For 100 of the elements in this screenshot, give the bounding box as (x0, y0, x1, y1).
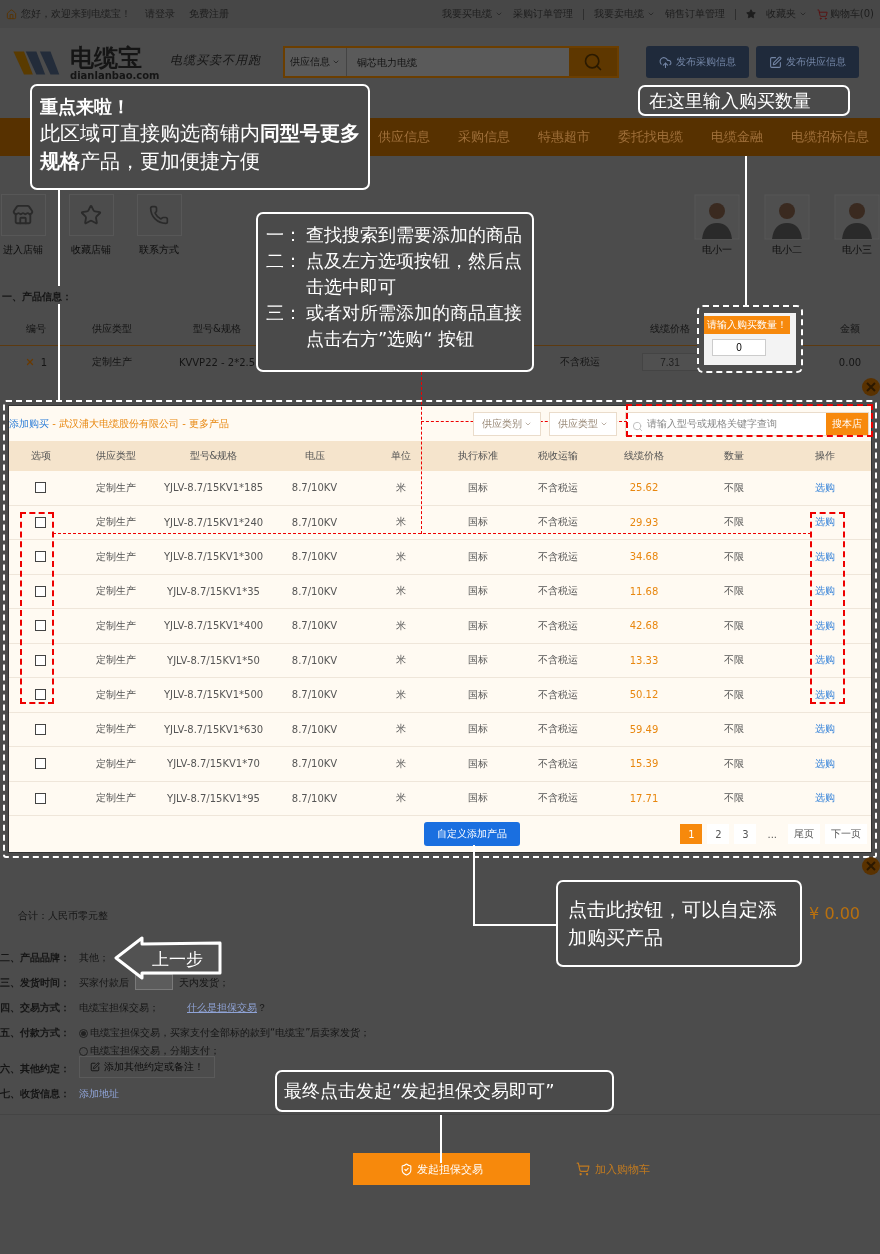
column-header: 执行标准 (456, 449, 499, 463)
checkbox[interactable] (35, 516, 46, 528)
close-icon[interactable] (862, 857, 880, 875)
table-cell-text: 定制生产 (95, 549, 137, 564)
table-cell-text: 定制生产 (95, 722, 137, 737)
column-header: 税收运输 (537, 449, 579, 463)
table-cell-text: 定制生产 (95, 584, 137, 599)
checkbox[interactable] (35, 654, 46, 666)
table-cell-text: 不含税运 (537, 756, 579, 771)
select-link[interactable]: 选购 (779, 722, 871, 737)
add-purchase-link[interactable]: 添加购买 (9, 417, 49, 429)
column-header: 电压 (303, 449, 326, 463)
step-number: 三： (266, 301, 303, 326)
column-header: 选项 (29, 449, 52, 463)
table-cell-text: 不含税运 (537, 515, 579, 530)
table-cell-text: 不限 (722, 584, 745, 599)
help-link[interactable]: 什么是担保交易 (187, 1001, 257, 1015)
checkbox[interactable] (35, 723, 46, 735)
search-shop-button[interactable]: 搜本店 (826, 412, 868, 435)
callout-text: 点击此按钮，可以自定添加购买产品 (556, 880, 802, 968)
page-button[interactable]: 3 (734, 824, 757, 844)
select-link[interactable]: 选购 (779, 480, 871, 495)
submit-button[interactable]: 发起担保交易 (353, 1153, 530, 1185)
table-cell-text: YJLV-8.7/15KV1*500 (162, 689, 265, 701)
select-link[interactable]: 选购 (779, 515, 871, 530)
step-text: 查找搜索到需要添加的商品 (306, 223, 523, 247)
table-cell-text: 不限 (722, 515, 745, 530)
select-link[interactable]: 选购 (779, 687, 871, 702)
edit-icon (768, 55, 782, 69)
price-cell-text: 34.68 (628, 551, 660, 563)
price-cell-text: 25.62 (628, 482, 660, 494)
nav-item[interactable]: 电缆金融 (711, 128, 763, 146)
table-cell-text: 定制生产 (95, 791, 137, 806)
table-cell-text: 米 (394, 515, 407, 530)
add-to-cart-link[interactable]: 加入购物车 (576, 1161, 650, 1177)
table-cell-text: 不限 (722, 687, 745, 702)
page-button[interactable]: 1 (680, 824, 703, 844)
checkbox[interactable] (35, 620, 46, 632)
publish-button[interactable]: 发布采购信息 (645, 46, 749, 78)
select-link[interactable]: 选购 (779, 791, 871, 806)
upload-icon (658, 55, 672, 69)
cart-icon (576, 1162, 590, 1176)
table-cell-text: 米 (394, 549, 407, 564)
table-cell-text: 8.7/10KV (290, 654, 339, 666)
table-cell-text: 8.7/10KV (290, 551, 339, 563)
column-header: 供应类型 (95, 449, 137, 463)
table-cell-text: 不含税运 (537, 722, 579, 737)
quantity-field[interactable]: 0 (712, 339, 766, 356)
checkbox[interactable] (35, 482, 46, 494)
checkbox[interactable] (35, 689, 46, 701)
nav-item[interactable]: 特惠超市 (538, 128, 590, 146)
caret-icon (332, 58, 341, 66)
select-link[interactable]: 选购 (779, 653, 871, 668)
table-cell-text: 米 (394, 584, 407, 599)
table-cell-text: 8.7/10KV (290, 585, 339, 597)
logo-domain: dianlanbao.com (70, 71, 160, 81)
filter-dropdown[interactable]: 供应类别 (473, 411, 541, 436)
question-mark: ？ (257, 1001, 267, 1015)
table-cell-text: YJLV-8.7/15KV1*185 (162, 482, 265, 494)
product-search-field[interactable]: 请输入型号或规格关键字查询 搜本店 (625, 411, 869, 436)
select-link[interactable]: 选购 (779, 618, 871, 633)
add-address-link[interactable]: 添加地址 (79, 1087, 119, 1101)
checkbox[interactable] (35, 758, 46, 770)
nav-item[interactable]: 供应信息 (378, 128, 430, 146)
filter-dropdown[interactable]: 供应类型 (549, 411, 617, 436)
table-cell-text: 不限 (722, 791, 745, 806)
back-step-label: 上一步 (152, 948, 203, 971)
home-icon (6, 8, 17, 20)
checkbox[interactable] (35, 585, 46, 597)
price-cell-text: 29.93 (628, 516, 660, 528)
checkbox[interactable] (35, 551, 46, 563)
publish-button[interactable]: 发布供应信息 (755, 46, 859, 78)
table-cell-text: YJLV-8.7/15KV1*70 (166, 758, 261, 770)
cart-icon (816, 8, 828, 20)
table-cell-text: 不含税运 (537, 653, 579, 668)
custom-add-button[interactable]: 自定义添加产品 (424, 822, 520, 846)
table-cell-text: 国标 (466, 756, 489, 771)
price-cell-text: 15.39 (628, 758, 660, 770)
table-cell-text: 定制生产 (95, 687, 137, 702)
select-link[interactable]: 选购 (779, 756, 871, 771)
table-cell-text: 不含税运 (537, 791, 579, 806)
select-link[interactable]: 选购 (779, 549, 871, 564)
next-page-button[interactable]: 下一页 (825, 824, 867, 844)
last-page-button[interactable]: 尾页 (788, 824, 820, 844)
table-cell-text: 国标 (466, 653, 489, 668)
star-icon (745, 9, 756, 19)
price-cell-text: 50.12 (628, 689, 660, 701)
nav-item[interactable]: 采购信息 (458, 128, 510, 146)
table-cell-text: 不限 (722, 756, 745, 771)
table-cell-text: 米 (394, 618, 407, 633)
column-header: 线缆价格 (623, 449, 665, 463)
nav-item[interactable]: 委托找电缆 (618, 128, 683, 146)
page-button[interactable]: 2 (707, 824, 730, 844)
dialog-title: 添加购买 - 武汉浦大电缆股份有限公司 - 更多产品 (9, 416, 229, 431)
step-number: 二： (266, 249, 303, 274)
column-header: 单位 (389, 449, 412, 463)
nav-item[interactable]: 电缆招标信息 (791, 128, 869, 146)
select-link[interactable]: 选购 (779, 584, 871, 599)
column-header: 型号&规格 (188, 449, 239, 463)
checkbox[interactable] (35, 792, 46, 804)
